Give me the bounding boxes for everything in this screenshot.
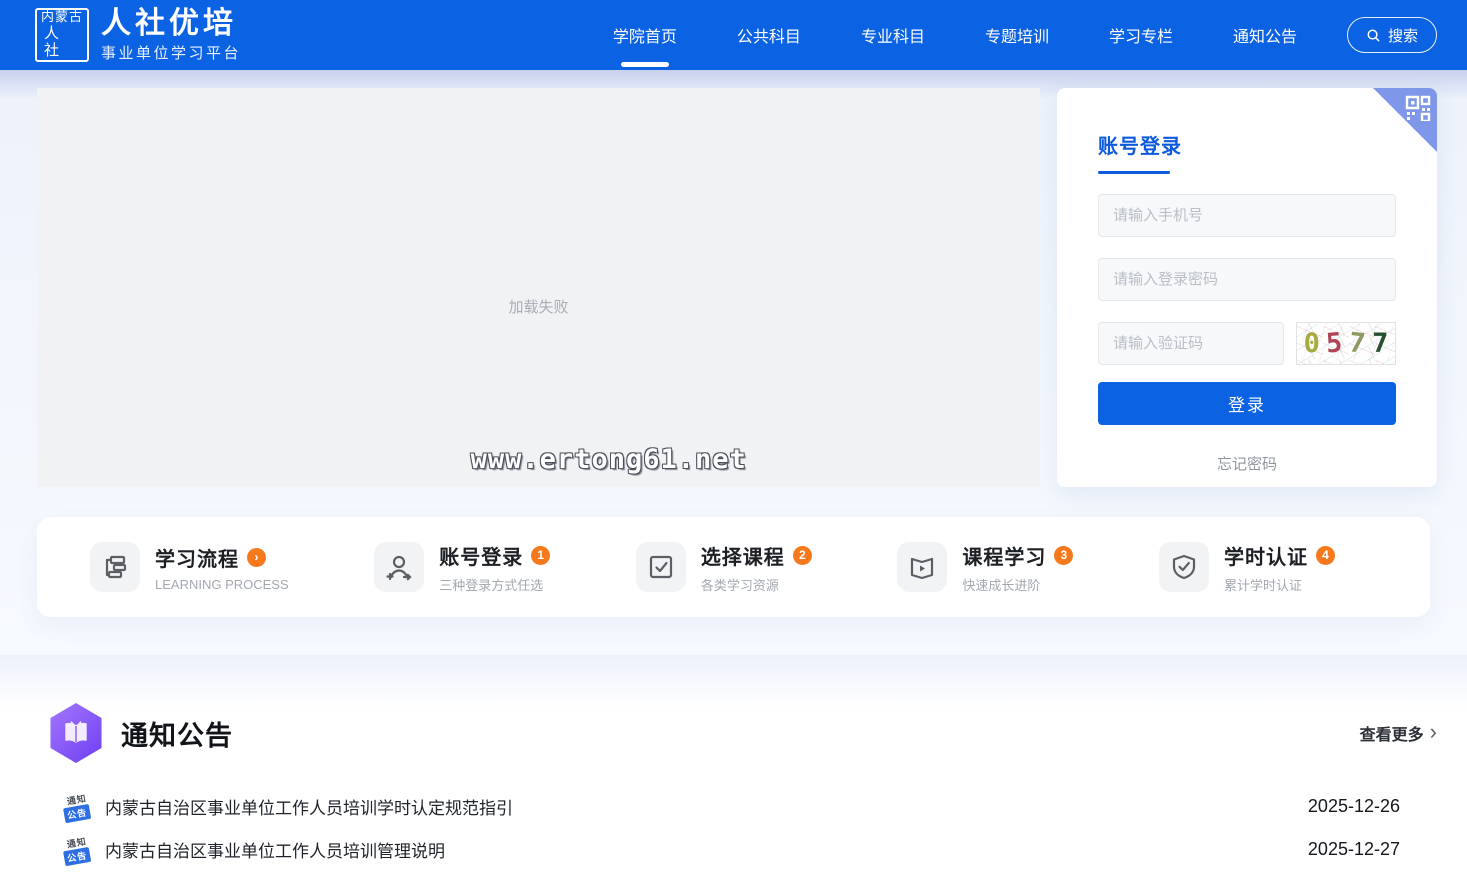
site-subtitle: 事业单位学习平台	[101, 42, 241, 63]
notice-stamp-icon: 通知 公告	[61, 790, 93, 822]
notice-item[interactable]: 通知 公告 内蒙古自治区事业单位工作人员培训学时认定规范指引 2025-12-2…	[0, 785, 1467, 828]
notice-item[interactable]: 通知 公告 内蒙古自治区事业单位工作人员培训管理说明 2025-12-27	[0, 828, 1467, 871]
step-number-badge: 3	[1054, 546, 1073, 565]
nav-item-special-training[interactable]: 专题培训	[985, 0, 1049, 70]
login-title-underline	[1098, 171, 1170, 174]
nav-label: 公共科目	[737, 23, 801, 47]
active-underline	[621, 62, 669, 67]
notice-item-title: 内蒙古自治区事业单位工作人员培训管理说明	[105, 837, 445, 862]
step-subtitle: 三种登录方式任选	[439, 575, 550, 594]
nav-item-public-subjects[interactable]: 公共科目	[737, 0, 801, 70]
captcha-digit: 5	[1326, 329, 1344, 357]
captcha-image[interactable]: 0 5 7 7	[1296, 322, 1396, 365]
step-subtitle: 累计学时认证	[1224, 575, 1335, 594]
view-more-label: 查看更多	[1360, 721, 1424, 745]
site-title: 人社优培	[101, 7, 241, 40]
step-account-login[interactable]: 账号登录 1 三种登录方式任选	[374, 541, 550, 594]
nav-label: 学院首页	[613, 23, 677, 47]
nav-item-professional-subjects[interactable]: 专业科目	[861, 0, 925, 70]
watermark-text: www.ertong61.net	[471, 444, 747, 475]
step-subtitle: 各类学习资源	[701, 575, 812, 594]
step-title: 课程学习	[962, 541, 1046, 570]
seal-logo: 内蒙古 人社	[35, 8, 89, 62]
seal-line1: 内蒙古	[41, 10, 83, 25]
notice-header: 通知公告 查看更多 ›	[0, 703, 1467, 763]
step-number-badge: 1	[531, 546, 550, 565]
notice-section-title: 通知公告	[121, 714, 233, 753]
step-learning-process[interactable]: 学习流程 › LEARNING PROCESS	[90, 542, 289, 592]
login-button[interactable]: 登录	[1098, 382, 1396, 425]
forgot-password-link[interactable]: 忘记密码	[1057, 453, 1437, 474]
search-label: 搜索	[1388, 25, 1418, 46]
notice-section: 通知公告 查看更多 › 通知 公告 内蒙古自治区事业单位工作人员培训学时认定规范…	[0, 655, 1467, 896]
nav-label: 专业科目	[861, 23, 925, 47]
step-subtitle: 快速成长进阶	[962, 575, 1073, 594]
main-area: 加载失败 www.ertong61.net	[0, 70, 1467, 655]
load-failed-text: 加载失败	[508, 296, 568, 317]
banner-placeholder: 加载失败 www.ertong61.net	[37, 88, 1040, 487]
search-icon	[1366, 28, 1381, 43]
checkbox-check-icon	[636, 542, 686, 592]
open-book-icon	[47, 703, 105, 763]
chevron-right-icon: ›	[1430, 721, 1437, 743]
logo[interactable]: 内蒙古 人社 人社优培 事业单位学习平台	[35, 7, 241, 63]
top-navbar: 内蒙古 人社 人社优培 事业单位学习平台 学院首页 公共科目 专业科目 专题培训	[0, 0, 1467, 70]
captcha-row: 0 5 7 7	[1098, 322, 1396, 365]
shield-check-icon	[1159, 542, 1209, 592]
hero-row: 加载失败 www.ertong61.net	[0, 70, 1467, 487]
notice-item-title: 内蒙古自治区事业单位工作人员培训学时认定规范指引	[105, 794, 513, 819]
nav-item-study-column[interactable]: 学习专栏	[1109, 0, 1173, 70]
captcha-digit: 7	[1372, 330, 1388, 357]
notice-list: 通知 公告 内蒙古自治区事业单位工作人员培训学时认定规范指引 2025-12-2…	[0, 785, 1467, 871]
captcha-digit: 0	[1304, 330, 1320, 357]
nav-label: 通知公告	[1233, 23, 1297, 47]
notice-stamp-icon: 通知 公告	[61, 833, 93, 865]
step-subtitle: LEARNING PROCESS	[155, 577, 289, 592]
step-title: 选择课程	[701, 541, 785, 570]
book-play-icon	[897, 542, 947, 592]
nav-label: 学习专栏	[1109, 23, 1173, 47]
nav-item-home[interactable]: 学院首页	[613, 0, 677, 70]
step-title: 学习流程	[155, 543, 239, 572]
learning-steps-bar: 学习流程 › LEARNING PROCESS	[37, 517, 1430, 617]
qr-code-icon[interactable]	[1405, 95, 1431, 121]
nav-item-notices[interactable]: 通知公告	[1233, 0, 1297, 70]
arrow-badge: ›	[247, 548, 266, 567]
notice-item-date: 2025-12-27	[1308, 839, 1400, 860]
flowchart-icon	[90, 542, 140, 592]
page: 内蒙古 人社 人社优培 事业单位学习平台 学院首页 公共科目 专业科目 专题培训	[0, 0, 1467, 896]
step-number-badge: 2	[793, 546, 812, 565]
step-number-badge: 4	[1316, 546, 1335, 565]
step-course-study[interactable]: 课程学习 3 快速成长进阶	[897, 541, 1073, 594]
step-title: 账号登录	[439, 541, 523, 570]
main-nav: 学院首页 公共科目 专业科目 专题培训 学习专栏 通知公告	[613, 0, 1297, 70]
login-panel: 账号登录 0 5 7 7 登录 忘记密码	[1057, 88, 1437, 487]
login-title: 账号登录	[1098, 130, 1396, 159]
captcha-digit: 7	[1348, 329, 1367, 358]
captcha-input[interactable]	[1098, 322, 1284, 365]
user-add-icon	[374, 542, 424, 592]
logo-text: 人社优培 事业单位学习平台	[101, 7, 241, 63]
search-button[interactable]: 搜索	[1347, 17, 1437, 53]
nav-label: 专题培训	[985, 23, 1049, 47]
step-hours-certification[interactable]: 学时认证 4 累计学时认证	[1159, 541, 1335, 594]
notice-item-date: 2025-12-26	[1308, 796, 1400, 817]
password-input[interactable]	[1098, 258, 1396, 301]
step-title: 学时认证	[1224, 541, 1308, 570]
step-choose-course[interactable]: 选择课程 2 各类学习资源	[636, 541, 812, 594]
seal-line2: 人社	[44, 25, 87, 60]
view-more-link[interactable]: 查看更多 ›	[1360, 721, 1437, 745]
phone-input[interactable]	[1098, 194, 1396, 237]
